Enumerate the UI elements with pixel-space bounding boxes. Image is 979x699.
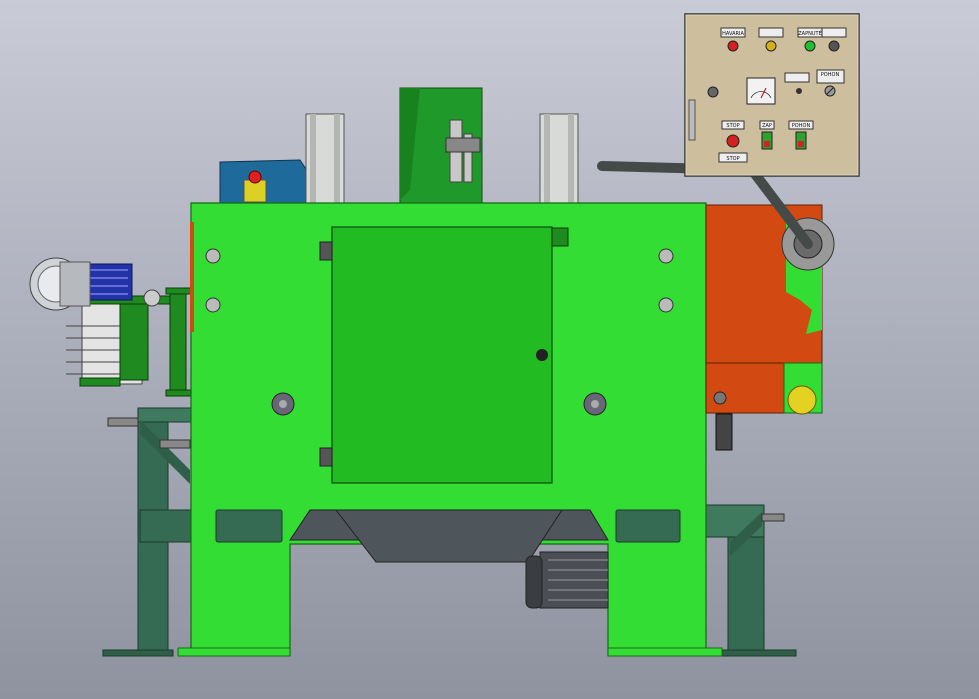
stop-label: STOP <box>726 123 739 129</box>
left-drive-assembly <box>29 257 211 397</box>
cylinder-left <box>305 113 345 205</box>
indicator-lamp <box>765 40 777 52</box>
right-drive-section <box>705 204 835 451</box>
lower-sign: STOP <box>726 156 739 162</box>
cylinder-right <box>539 113 579 205</box>
access-door <box>319 226 569 484</box>
indicator-lamp <box>727 40 739 52</box>
lamp-label: HAVARIA <box>722 31 744 37</box>
indicator-lamp <box>804 40 816 52</box>
stop-button[interactable] <box>726 134 740 148</box>
lamp-label-box <box>758 27 784 38</box>
mode-label: POHON <box>821 72 840 78</box>
control-panel: HAVARIA ZAPNUTÉ POHON STOP ZAP POHON STOP <box>684 13 860 177</box>
run-label: POHON <box>792 123 811 129</box>
start-label: ZAP <box>762 123 772 129</box>
bottom-motor <box>525 551 609 609</box>
lamp-label-box <box>821 27 847 38</box>
lamp-label: ZAPNUTÉ <box>798 29 821 37</box>
blue-tank <box>219 159 309 205</box>
indicator-lamp <box>828 40 840 52</box>
hopper-box <box>399 87 483 205</box>
machine-drawing: HAVARIA ZAPNUTÉ POHON STOP ZAP POHON STOP <box>29 13 860 657</box>
